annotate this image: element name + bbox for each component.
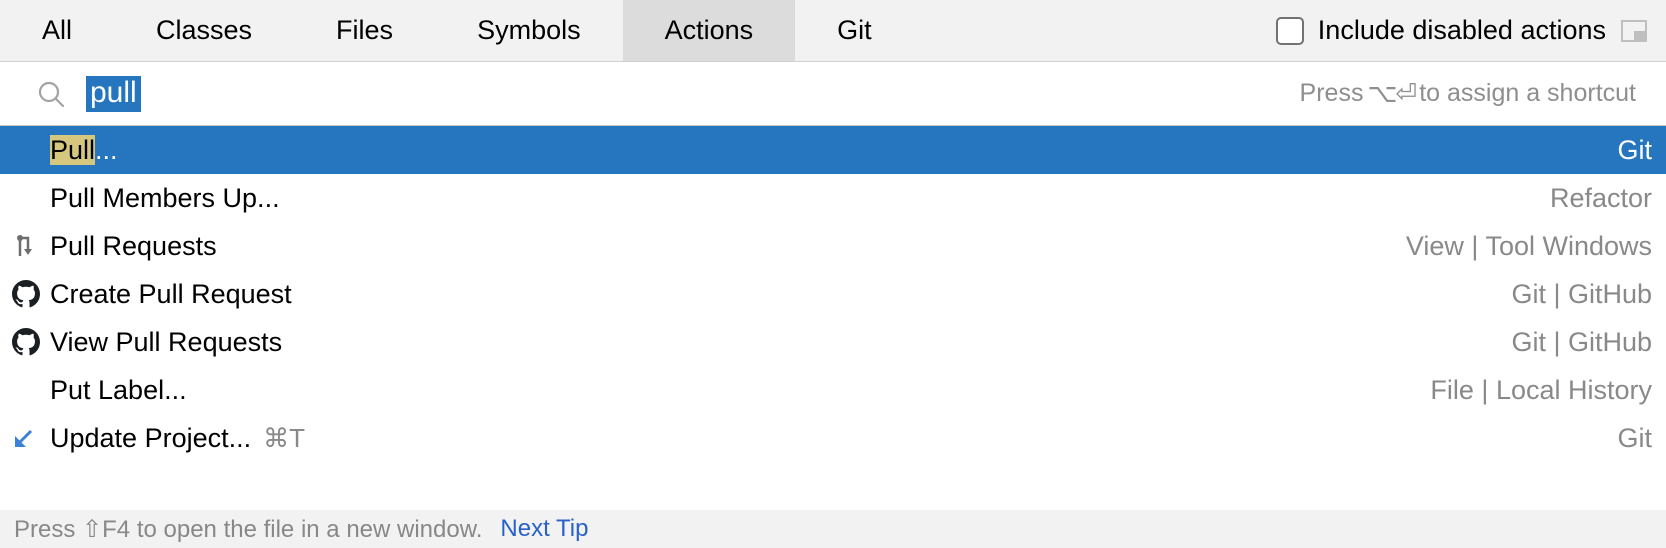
result-row[interactable]: Pull... Git: [0, 126, 1666, 174]
tabs-row: All Classes Files Symbols Actions Git In…: [0, 0, 1666, 62]
result-category: Git | GitHub: [1511, 327, 1652, 358]
next-tip-link[interactable]: Next Tip: [500, 515, 588, 543]
result-row[interactable]: Pull Members Up... Refactor: [0, 174, 1666, 222]
result-row[interactable]: Put Label... File | Local History: [0, 366, 1666, 414]
result-row[interactable]: Pull Requests View | Tool Windows: [0, 222, 1666, 270]
result-category: Git: [1617, 423, 1652, 454]
include-disabled-label: Include disabled actions: [1318, 15, 1606, 46]
result-label: Pull Requests: [50, 231, 217, 262]
hint-prefix: Press: [1300, 79, 1364, 108]
tab-symbols[interactable]: Symbols: [435, 0, 623, 61]
tab-files[interactable]: Files: [294, 0, 435, 61]
result-label: Pull...: [50, 135, 118, 166]
search-icon: [36, 79, 66, 109]
result-label: Put Label...: [50, 375, 187, 406]
result-category: View | Tool Windows: [1406, 231, 1652, 262]
result-label: Pull Members Up...: [50, 183, 280, 214]
footer-tip: Press ⇧F4 to open the file in a new wind…: [0, 510, 1666, 548]
include-disabled-checkbox[interactable]: [1276, 17, 1304, 45]
result-label: Create Pull Request: [50, 279, 292, 310]
tip-text: Press ⇧F4 to open the file in a new wind…: [14, 515, 482, 544]
github-icon: [12, 280, 50, 308]
result-category: File | Local History: [1430, 375, 1652, 406]
results-list: Pull... Git Pull Members Up... Refactor …: [0, 126, 1666, 462]
github-icon: [12, 328, 50, 356]
match-highlight: Pull: [50, 135, 95, 165]
result-label: Update Project...: [50, 423, 251, 454]
result-category: Git | GitHub: [1511, 279, 1652, 310]
tab-actions[interactable]: Actions: [623, 0, 796, 61]
hint-glyph: ⌥⏎: [1367, 78, 1415, 109]
hint-suffix: to assign a shortcut: [1419, 79, 1636, 108]
pin-window-icon[interactable]: [1620, 17, 1648, 45]
result-category: Refactor: [1550, 183, 1652, 214]
result-shortcut: ⌘T: [263, 423, 305, 454]
result-row[interactable]: View Pull Requests Git | GitHub: [0, 318, 1666, 366]
pull-requests-icon: [12, 233, 50, 259]
tip-glyph: ⇧F4: [82, 516, 130, 543]
result-row[interactable]: Update Project... ⌘T Git: [0, 414, 1666, 462]
tab-classes[interactable]: Classes: [114, 0, 294, 61]
result-row[interactable]: Create Pull Request Git | GitHub: [0, 270, 1666, 318]
search-row: pull Press ⌥⏎ to assign a shortcut: [0, 62, 1666, 126]
tab-git[interactable]: Git: [795, 0, 914, 61]
assign-shortcut-hint: Press ⌥⏎ to assign a shortcut: [1300, 78, 1636, 109]
update-project-icon: [12, 426, 50, 450]
search-input[interactable]: pull: [86, 76, 141, 112]
result-label: View Pull Requests: [50, 327, 282, 358]
tab-all[interactable]: All: [0, 0, 114, 61]
result-category: Git: [1617, 135, 1652, 166]
